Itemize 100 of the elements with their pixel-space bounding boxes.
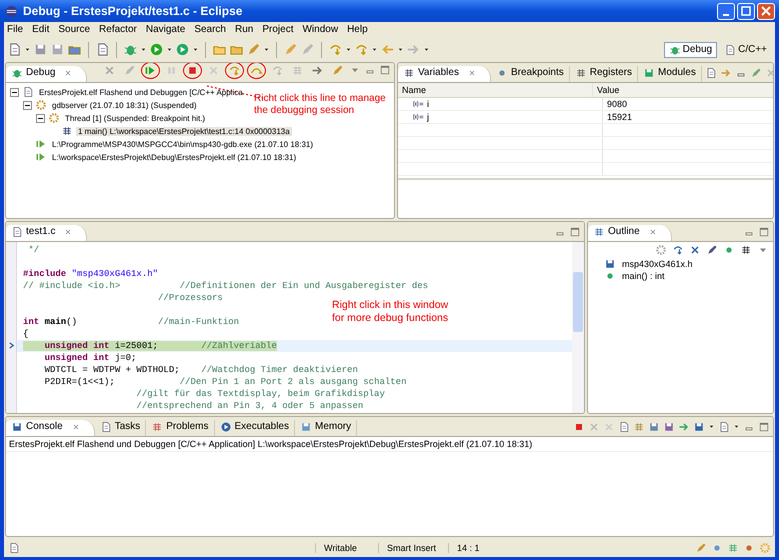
collapse-toggle[interactable]: [10, 88, 19, 97]
fast-view-icon[interactable]: [8, 542, 20, 554]
terminate-icon[interactable]: [183, 62, 202, 79]
caret-icon[interactable]: [24, 46, 31, 54]
view-tab[interactable]: Variables: [398, 66, 491, 82]
view-tab[interactable]: Executables: [214, 420, 295, 436]
view-tab[interactable]: Problems: [146, 420, 215, 436]
debug-tab[interactable]: Debug: [6, 66, 88, 82]
maximize-button[interactable]: [737, 2, 755, 20]
gears-icon: [35, 99, 47, 112]
show-error-icon[interactable]: [663, 420, 675, 433]
collapse-toggle[interactable]: [23, 100, 32, 110]
outline-tab[interactable]: Outline: [588, 224, 672, 241]
caret-icon[interactable]: [263, 46, 270, 54]
type-names-icon[interactable]: [704, 66, 717, 79]
close-icon[interactable]: [64, 68, 72, 77]
outline-item[interactable]: msp430xG461x.h: [622, 258, 693, 269]
menu-item[interactable]: Source: [58, 24, 90, 36]
tree-item[interactable]: gdbserver (21.07.10 18:31) (Suspended): [50, 100, 199, 110]
new-console-icon[interactable]: [718, 420, 730, 433]
status-field: 14 : 1: [448, 543, 507, 554]
step-over-icon[interactable]: [247, 62, 266, 79]
resume-icon[interactable]: [141, 62, 160, 79]
close-button[interactable]: [757, 2, 775, 20]
pin-console-icon[interactable]: [678, 420, 690, 433]
column-header[interactable]: Name: [398, 82, 593, 97]
process-icon: [35, 151, 47, 164]
maximize-icon[interactable]: [758, 226, 770, 238]
close-icon[interactable]: [648, 228, 657, 236]
close-icon: [761, 6, 771, 16]
document-icon: [724, 44, 736, 56]
code-line: //Prozessors: [157, 292, 223, 303]
caret-icon[interactable]: [192, 46, 199, 54]
tree-item[interactable]: L:\workspace\ErstesProjekt\Debug\ErstesProjekt.elf (21.07.10 18:31): [50, 152, 298, 162]
collapse-toggle[interactable]: [36, 114, 45, 123]
menu-item[interactable]: Search: [194, 24, 226, 36]
caret-icon[interactable]: [397, 46, 404, 54]
menu-item[interactable]: Edit: [32, 24, 50, 36]
caret-icon[interactable]: [733, 423, 740, 430]
memory-icon: [300, 420, 312, 433]
close-icon[interactable]: [468, 68, 476, 77]
view-tab[interactable]: Breakpoints: [490, 66, 570, 82]
code-line: //gilt für das Textdisplay, beim Grafikdisplay: [135, 388, 385, 399]
outline-icon: [593, 226, 605, 238]
view-tab[interactable]: Memory: [295, 420, 358, 436]
maximize-icon: [741, 6, 751, 16]
code-line: WDTCTL = WDTPW + WDTHOLD; //Watchdog Timer deaktivieren: [44, 364, 358, 375]
menu-item[interactable]: Window: [302, 24, 338, 36]
caret-icon[interactable]: [140, 46, 147, 54]
tree-item[interactable]: Thread [1] (Suspended: Breakpoint hit.): [63, 114, 208, 123]
variable-icon: [412, 112, 424, 121]
view-tab[interactable]: Registers: [570, 66, 638, 82]
view-tab[interactable]: Modules: [638, 66, 702, 82]
display-console-icon[interactable]: [693, 420, 705, 433]
minimize-icon: [723, 14, 729, 16]
outline-item[interactable]: main() : int: [622, 270, 665, 281]
variable-value: 9080: [606, 98, 628, 109]
eclipse-logo-icon: [4, 4, 19, 18]
close-icon[interactable]: [72, 422, 80, 431]
maximize-icon[interactable]: [569, 226, 581, 238]
tree-item[interactable]: L:\Programme\MSP430\MSPGCC4\bin\msp430-gdb.exe (21.07.10 18:31): [50, 140, 316, 149]
view-tab[interactable]: Tasks: [94, 420, 146, 436]
maximize-icon[interactable]: [758, 420, 770, 433]
caret-icon[interactable]: [166, 46, 173, 54]
variable-value: 15921: [606, 112, 634, 122]
step-into-icon[interactable]: [225, 62, 244, 79]
tree-item[interactable]: 1 main() L:\workspace\ErstesProjekt\test1.c:14 0x0000313a: [76, 126, 292, 136]
vertical-scrollbar[interactable]: [572, 242, 584, 413]
show-output-icon[interactable]: [648, 420, 660, 433]
menu-item[interactable]: Project: [262, 24, 294, 36]
clear-console-icon[interactable]: [618, 420, 630, 433]
caret-icon[interactable]: [708, 423, 715, 430]
caret-icon[interactable]: [371, 46, 378, 54]
menu-item[interactable]: Navigate: [146, 24, 186, 36]
gear-icon[interactable]: [655, 244, 667, 256]
console-icon: [11, 420, 23, 433]
view-tab[interactable]: Console: [6, 420, 95, 436]
menu-item[interactable]: Refactor: [99, 24, 137, 36]
c-file-icon: [11, 226, 23, 238]
perspective-button[interactable]: C/C++: [719, 42, 772, 58]
menu-item[interactable]: File: [7, 24, 24, 36]
status-field: Smart Insert: [378, 543, 444, 554]
minimize-button[interactable]: [717, 2, 735, 20]
close-icon[interactable]: [64, 228, 72, 236]
registers-icon: [574, 66, 587, 79]
code-line: P2DIR=(1<<1); //Den Pin 1 an Port 2 als ausgang schalten: [44, 376, 406, 387]
maximize-icon[interactable]: [379, 64, 391, 76]
tree-item[interactable]: ErstesProjekt.elf Flashend und Debuggen [C/C++ Applica: [37, 88, 245, 97]
caret-icon[interactable]: [423, 46, 430, 54]
modules-icon: [643, 66, 656, 79]
variable-icon: [403, 66, 415, 79]
editor-tab[interactable]: test1.c: [6, 224, 88, 241]
menu-item[interactable]: Run: [235, 24, 254, 36]
perspective-button[interactable]: Debug: [664, 42, 718, 58]
code-line: */: [27, 244, 40, 255]
column-header[interactable]: Value: [593, 84, 773, 95]
code-line: unsigned int j=0;: [44, 352, 136, 363]
caret-icon[interactable]: [345, 46, 352, 54]
menu-item[interactable]: Help: [347, 24, 368, 36]
status-field: Writable: [314, 543, 374, 554]
